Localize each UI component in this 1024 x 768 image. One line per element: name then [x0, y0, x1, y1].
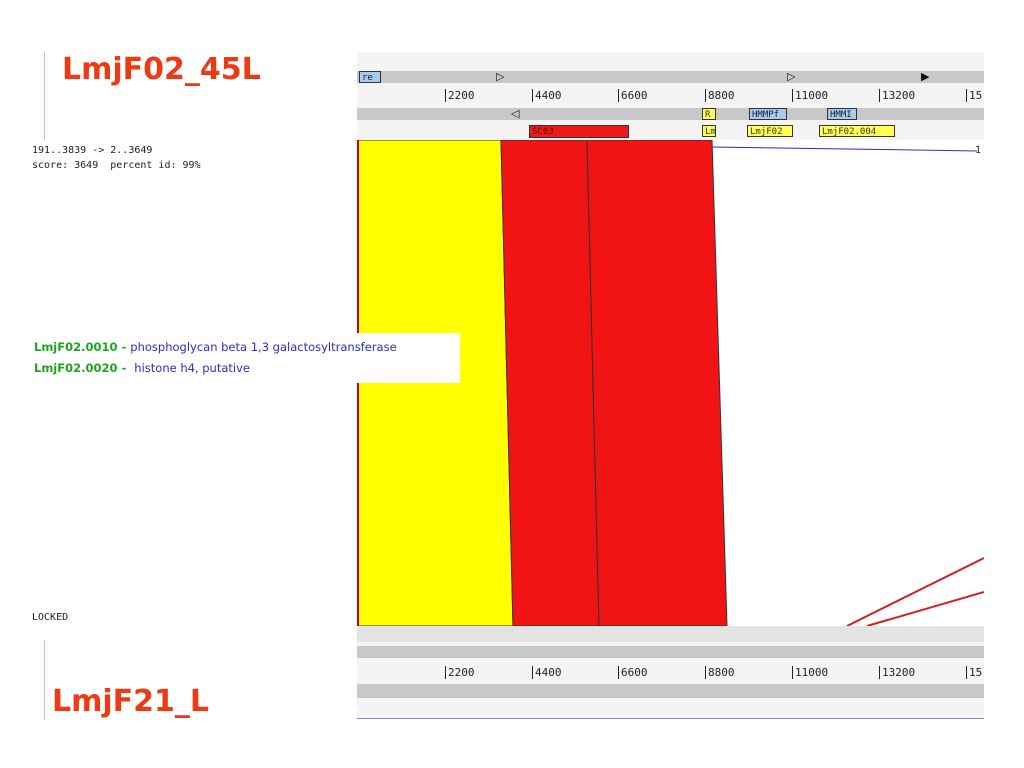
ruler-tick: 4400 — [532, 666, 562, 679]
top-sequence-title: LmjF02_45L — [62, 52, 261, 87]
triangle-right-icon: ▷ — [787, 70, 796, 83]
bottom-track-panel[interactable]: 2200 4400 6600 8800 11000 13200 15 — [357, 626, 984, 718]
alignment-block-red-2[interactable] — [586, 140, 728, 626]
bottom-feature-row-2 — [357, 646, 984, 658]
gene-id-link[interactable]: LmjF02.0020 — [34, 361, 118, 375]
bottom-feature-row-1 — [357, 626, 984, 642]
gene-row[interactable]: LmjF02.0010 - phosphoglycan beta 1,3 gal… — [34, 340, 397, 354]
top-feature-row-2 — [357, 108, 984, 120]
top-track-panel[interactable]: re ▷ ▷ ▶ 2200 4400 6600 8800 11000 13200… — [357, 52, 984, 142]
gene-separator: - — [117, 340, 131, 354]
ruler-tick: 8800 — [705, 89, 735, 102]
feature-lmjf02[interactable]: LmjF02 — [747, 125, 793, 137]
feature-lmjf02-004[interactable]: LmjF02.004 — [819, 125, 895, 137]
gene-description: histone h4, putative — [134, 361, 250, 375]
status-locked: LOCKED — [32, 612, 69, 623]
triangle-left-icon: ◁ — [511, 107, 520, 120]
feature-sc03[interactable]: SC03 — [529, 125, 629, 138]
bottom-sequence-title: LmjF21_L — [52, 684, 210, 719]
triangle-right-icon: ▶ — [921, 70, 930, 83]
bottom-baseline — [357, 718, 984, 719]
ruler-tick: 11000 — [792, 89, 828, 102]
top-ruler: 2200 4400 6600 8800 11000 13200 15 — [357, 89, 984, 103]
ruler-tick: 15 — [966, 666, 982, 679]
ruler-tick: 13200 — [879, 666, 915, 679]
feature-hmmi[interactable]: HMMI — [827, 108, 857, 120]
left-margin-line-top — [44, 52, 45, 140]
feature-lm[interactable]: Lm — [702, 125, 716, 137]
feature-r[interactable]: R — [702, 108, 716, 120]
feature-end-label: 1 — [975, 145, 982, 156]
triangle-right-icon: ▷ — [496, 70, 505, 83]
gene-row[interactable]: LmjF02.0020 - histone h4, putative — [34, 361, 250, 375]
bottom-ruler: 2200 4400 6600 8800 11000 13200 15 — [357, 666, 984, 680]
bottom-feature-row-3 — [357, 684, 984, 698]
alignment-block-yellow[interactable] — [357, 140, 514, 626]
ruler-tick: 8800 — [705, 666, 735, 679]
alignment-range: 191..3839 -> 2..3649 — [32, 145, 153, 156]
gene-id-link[interactable]: LmjF02.0010 — [34, 340, 118, 354]
left-margin-line-bottom — [44, 640, 45, 720]
ruler-tick: 6600 — [618, 89, 648, 102]
ruler-tick: 15 — [966, 89, 982, 102]
gene-info-popup: LmjF02.0010 - phosphoglycan beta 1,3 gal… — [30, 333, 460, 383]
gene-description: phosphoglycan beta 1,3 galactosyltransfe… — [130, 340, 397, 354]
alignment-block-red-1[interactable] — [500, 140, 600, 626]
alignment-canvas[interactable] — [357, 140, 984, 626]
ruler-tick: 6600 — [618, 666, 648, 679]
alignment-score: score: 3649 percent id: 99% — [32, 160, 201, 171]
ruler-tick: 2200 — [445, 89, 475, 102]
feature-hmmpf[interactable]: HMMPf — [749, 108, 787, 120]
gene-separator: - — [117, 361, 135, 375]
ruler-tick: 2200 — [445, 666, 475, 679]
ruler-tick: 4400 — [532, 89, 562, 102]
top-feature-row-1 — [357, 71, 984, 83]
ruler-tick: 11000 — [792, 666, 828, 679]
ruler-tick: 13200 — [879, 89, 915, 102]
feature-re[interactable]: re — [359, 71, 381, 83]
